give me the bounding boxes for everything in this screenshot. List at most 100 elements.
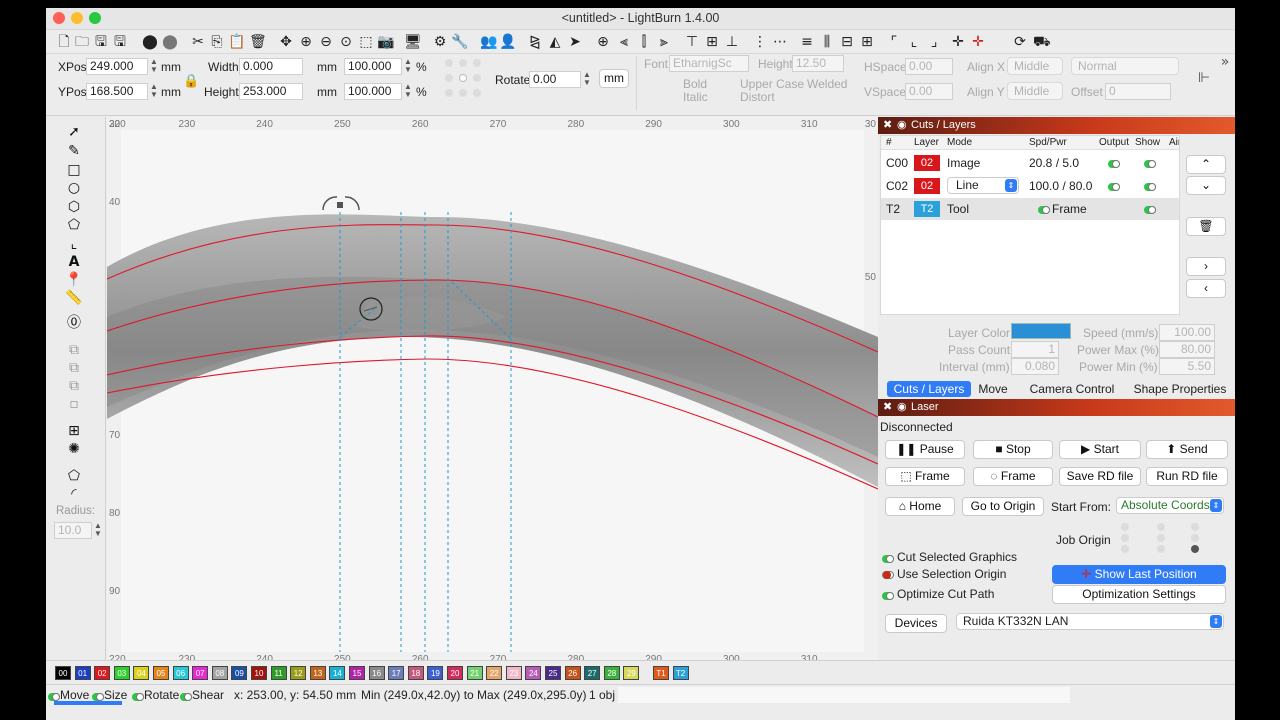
ypos-input[interactable]: 168.500	[86, 83, 148, 100]
close-panel-icon[interactable]: ✖	[883, 117, 892, 134]
power-min-input[interactable]: 5.50	[1159, 358, 1215, 375]
text-height-input[interactable]: 12.50	[792, 55, 844, 72]
new-file-icon[interactable]: 🗋	[56, 34, 72, 50]
width-scale-input[interactable]: 100.000	[344, 58, 402, 75]
show-toggle[interactable]	[1144, 179, 1156, 193]
grid-array-icon[interactable]: ⊞	[65, 423, 83, 439]
upper-case-checkbox[interactable]: Upper Case	[740, 77, 804, 91]
delete-icon[interactable]: 🗑	[249, 34, 267, 50]
palette-swatch-06[interactable]: 06	[172, 666, 189, 680]
use-selection-origin-toggle[interactable]	[882, 568, 894, 582]
palette-swatch-00[interactable]: 00	[55, 666, 71, 680]
go-to-origin-button[interactable]: Go to Origin	[962, 497, 1044, 516]
mode-select[interactable]: Line ⇕	[947, 177, 1019, 194]
position-icon[interactable]: ⌞	[65, 236, 83, 252]
font-select[interactable]: EtharnigSc	[669, 55, 749, 72]
palette-swatch-19[interactable]: 19	[427, 666, 444, 680]
paste-icon[interactable]: 📋	[228, 34, 245, 50]
output-toggle[interactable]	[1108, 179, 1120, 193]
radius-spinner[interactable]: ▲ ▼	[93, 522, 103, 539]
device-select[interactable]: Ruida KT332N LAN ⇕	[956, 613, 1224, 630]
table-row[interactable]: T2 T2 Tool Frame	[881, 198, 1179, 220]
tab-tool-icon[interactable]: ⬠	[65, 468, 83, 484]
frame-circle-button[interactable]: ◌ Frame	[973, 467, 1053, 486]
rotary-icon[interactable]: ⟳	[1012, 34, 1028, 50]
corner-bottom-left-icon[interactable]: ⌞	[906, 34, 922, 50]
radius-input[interactable]: 10.0	[54, 522, 92, 539]
palette-swatch-27[interactable]: 27	[584, 666, 601, 680]
palette-swatch-11[interactable]: 11	[270, 666, 287, 680]
palette-swatch-17[interactable]: 17	[388, 666, 405, 680]
zoom-fit-icon[interactable]: ⊙	[338, 34, 354, 50]
palette-swatch-10[interactable]: 10	[251, 666, 267, 680]
align-x-select[interactable]: Middle	[1007, 57, 1063, 75]
group-icon[interactable]: 👥	[480, 34, 497, 50]
palette-swatch-18[interactable]: 18	[407, 666, 424, 680]
send-button[interactable]: ⬆ Send	[1146, 440, 1228, 459]
align-left-icon[interactable]: ⫷	[616, 34, 632, 50]
boolean-union-icon[interactable]: ⧉	[65, 342, 83, 358]
ellipse-icon[interactable]: ○	[65, 180, 83, 196]
units-toggle-button[interactable]: mm	[599, 69, 629, 88]
height-input[interactable]: 253.000	[239, 83, 303, 100]
panel-toggle-icon[interactable]: ⊩	[1196, 70, 1212, 86]
delete-layer-button[interactable]: 🗑	[1186, 217, 1226, 236]
offset-icon[interactable]: ⓪	[65, 315, 83, 331]
align-top-icon[interactable]: ⊤	[684, 34, 700, 50]
collapse-left-button[interactable]: ‹	[1186, 279, 1226, 298]
palette-swatch-04[interactable]: 04	[133, 666, 150, 680]
align-bottom-icon[interactable]: ⊥	[724, 34, 740, 50]
select-arrow-icon[interactable]: ➚	[65, 124, 83, 140]
boolean-subtract-icon[interactable]: ⧉	[65, 360, 83, 376]
palette-swatch-03[interactable]: 03	[113, 666, 130, 680]
polygon-icon[interactable]: ⬡	[65, 199, 83, 215]
distort-checkbox[interactable]: Distort	[740, 90, 775, 104]
open-folder-icon[interactable]: 🗀	[74, 34, 90, 50]
table-row[interactable]: C00 02 Image 20.8 / 5.0	[881, 152, 1179, 174]
corner-top-left-icon[interactable]: ⌜	[886, 34, 902, 50]
arrange-grid-icon[interactable]: ⊟	[839, 34, 855, 50]
corner-top-right-icon[interactable]: ⌟	[926, 34, 942, 50]
run-rd-button[interactable]: Run RD file	[1146, 467, 1228, 486]
palette-swatch-12[interactable]: 12	[290, 666, 307, 680]
rectangle-icon[interactable]: □	[65, 162, 83, 178]
save-icon[interactable]: 🖫	[93, 34, 109, 50]
palette-swatch-T2[interactable]: T2	[672, 666, 689, 680]
home-button[interactable]: ⌂ Home	[885, 497, 955, 516]
start-from-select[interactable]: Absolute Coords ⇕	[1116, 497, 1224, 514]
tab-move[interactable]: Move	[973, 381, 1013, 397]
frame-toggle[interactable]	[1038, 202, 1050, 216]
italic-checkbox[interactable]: Italic	[683, 90, 708, 104]
speed-input[interactable]: 100.00	[1159, 324, 1215, 341]
shear-toggle[interactable]	[180, 689, 192, 703]
crosshair-icon[interactable]: ✛	[950, 34, 966, 50]
cut-icon[interactable]: ✂	[190, 34, 206, 50]
move-layer-up-button[interactable]: ⌃	[1186, 155, 1226, 174]
stop-button[interactable]: ■ Stop	[973, 440, 1053, 459]
output-toggle[interactable]	[1108, 156, 1120, 170]
layer-color-swatch[interactable]	[1011, 323, 1071, 339]
palette-swatch-07[interactable]: 07	[192, 666, 209, 680]
table-row[interactable]: C02 02 Line ⇕ 100.0 / 80.0	[881, 175, 1179, 197]
xpos-input[interactable]: 249.000	[86, 58, 148, 75]
lock-icon[interactable]: 🔒	[183, 74, 199, 90]
palette-swatch-01[interactable]: 01	[74, 666, 91, 680]
zoom-in-icon[interactable]: ⊕	[298, 34, 314, 50]
hspace-input[interactable]: 0.00	[905, 58, 953, 75]
tab-camera-control[interactable]: Camera Control	[1025, 381, 1119, 397]
width-scale-spinner[interactable]: ▲ ▼	[403, 58, 413, 75]
corner-radius-icon[interactable]: ◜	[65, 486, 83, 502]
devices-button[interactable]: Devices	[885, 614, 947, 633]
zoom-selection-icon[interactable]: ⬚	[358, 34, 374, 50]
measure-icon[interactable]: 📏	[65, 290, 83, 306]
align-center-icon[interactable]: ⊕	[595, 34, 611, 50]
vspace-input[interactable]: 0.00	[905, 83, 953, 100]
power-max-input[interactable]: 80.00	[1159, 341, 1215, 358]
text-icon[interactable]: A	[65, 254, 83, 270]
text-mode-select[interactable]: Normal	[1071, 57, 1179, 75]
show-toggle[interactable]	[1144, 156, 1156, 170]
palette-swatch-16[interactable]: 16	[368, 666, 385, 680]
rotate-spinner[interactable]: ▲ ▼	[582, 71, 592, 88]
settings-gear-icon[interactable]: ⚙	[432, 34, 448, 50]
palette-swatch-20[interactable]: 20	[447, 666, 463, 680]
